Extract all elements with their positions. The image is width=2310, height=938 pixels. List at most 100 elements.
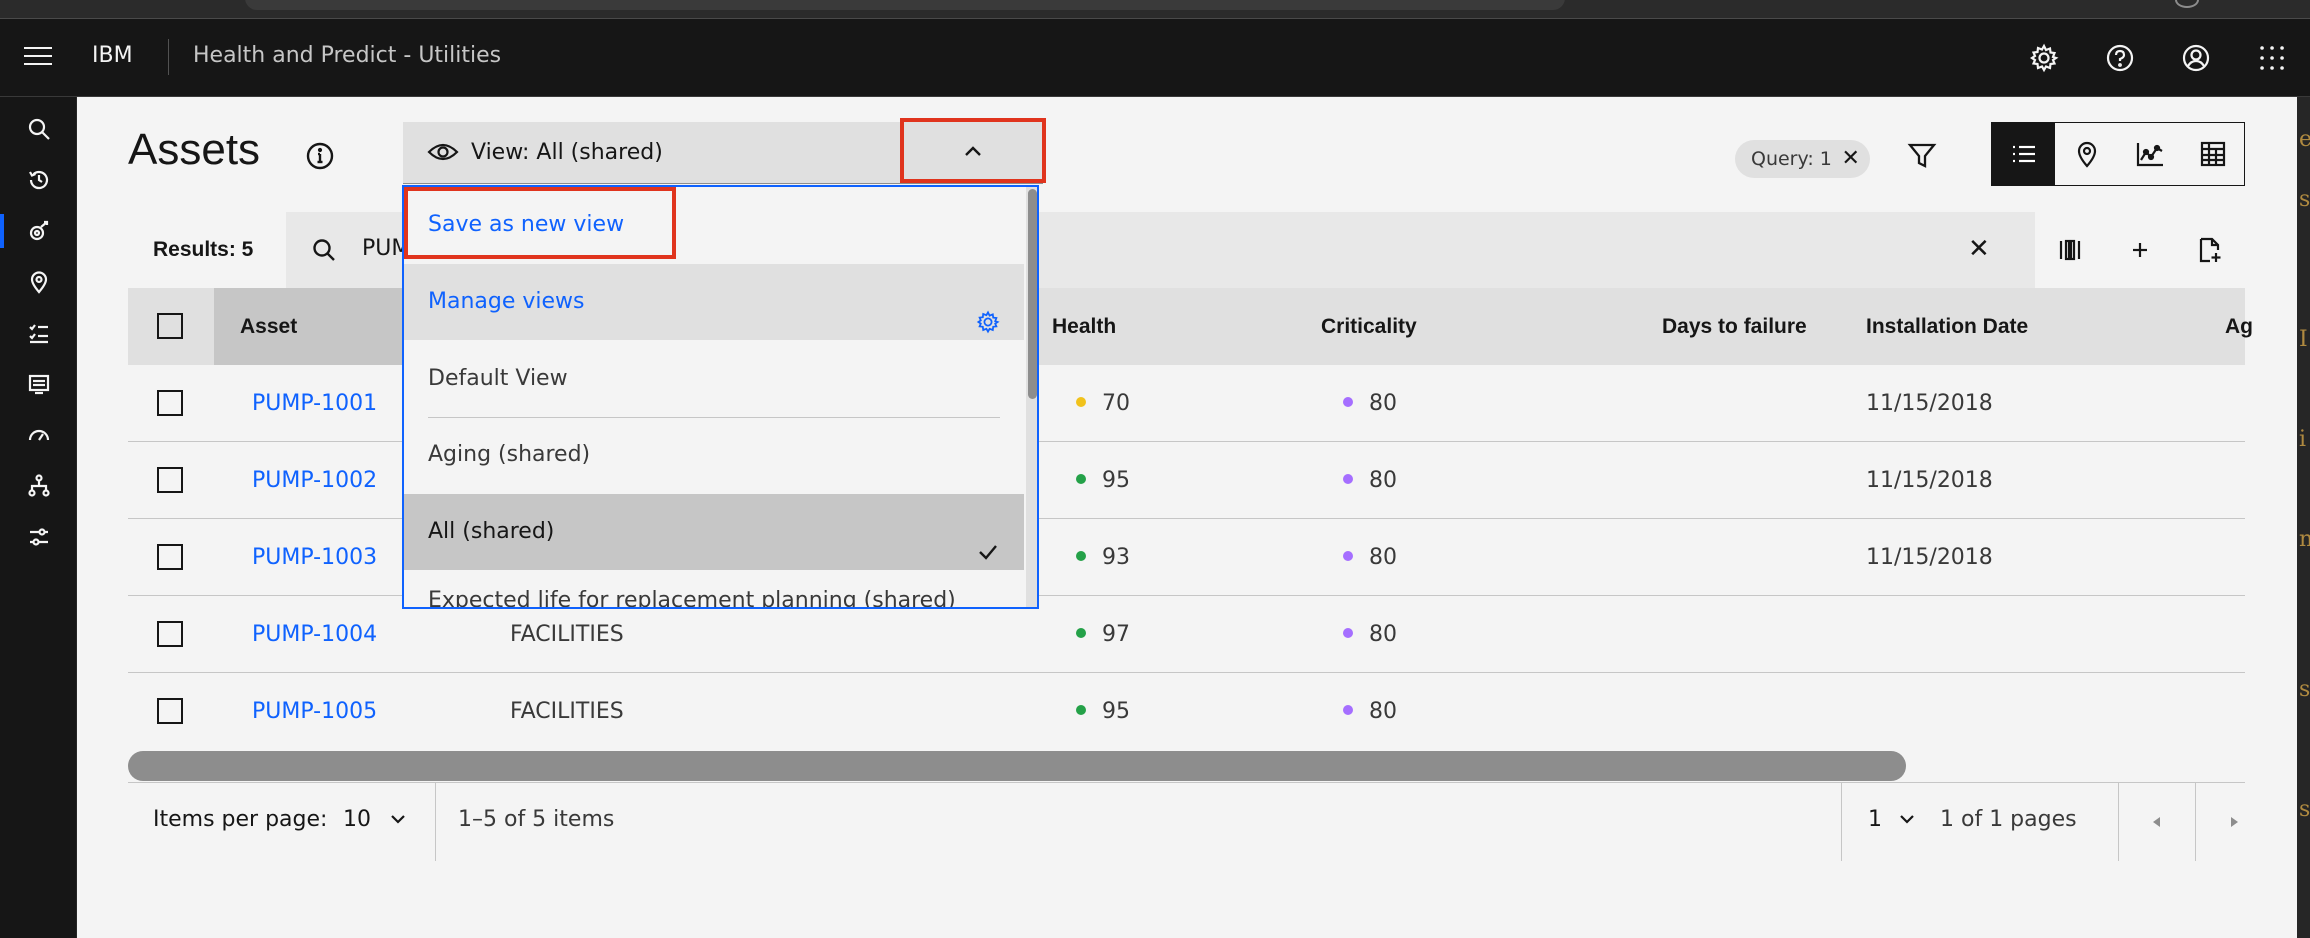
- select-all-checkbox[interactable]: [157, 313, 183, 339]
- health-status-dot: [1076, 551, 1086, 561]
- asset-link[interactable]: PUMP-1002: [252, 442, 377, 519]
- close-icon[interactable]: ✕: [1841, 140, 1859, 178]
- row-checkbox[interactable]: [157, 621, 183, 647]
- recent-icon[interactable]: [0, 155, 77, 205]
- criticality-status-dot: [1343, 705, 1353, 715]
- criticality-value: 80: [1369, 545, 1397, 570]
- dashboard-icon[interactable]: [0, 359, 77, 409]
- page-value: 1: [1868, 807, 1882, 832]
- menu-icon[interactable]: [24, 47, 52, 69]
- asset-link[interactable]: PUMP-1003: [252, 519, 377, 596]
- row-checkbox[interactable]: [157, 544, 183, 570]
- items-per-page-label: Items per page:: [153, 807, 328, 832]
- hierarchy-icon[interactable]: [0, 461, 77, 511]
- page-select[interactable]: 1: [1868, 807, 1917, 832]
- edge-glyph: s: [2299, 187, 2310, 212]
- results-count: Results: 5: [128, 212, 286, 288]
- edge-glyph: s: [2299, 797, 2310, 822]
- add-icon[interactable]: [2105, 212, 2175, 288]
- column-settings-icon[interactable]: [2035, 212, 2105, 288]
- health-status-dot: [1076, 397, 1086, 407]
- chart-view-icon[interactable]: [2118, 123, 2181, 185]
- next-page-icon[interactable]: [2196, 783, 2272, 861]
- help-icon[interactable]: [2082, 19, 2158, 97]
- table-view-icon[interactable]: [2181, 123, 2244, 185]
- app-header: IBM Health and Predict - Utilities: [0, 19, 2310, 97]
- column-age[interactable]: Ag: [2225, 288, 2253, 365]
- assets-icon[interactable]: [0, 206, 77, 256]
- table-row[interactable]: PUMP-1005 FACILITIES 95 80: [128, 673, 2245, 750]
- brand-name[interactable]: IBM: [92, 43, 133, 68]
- pagination-divider: [435, 783, 436, 861]
- toolbar-actions: [2035, 212, 2245, 288]
- user-icon[interactable]: [2158, 19, 2234, 97]
- asset-link[interactable]: PUMP-1001: [252, 365, 377, 442]
- edge-glyph: n: [2299, 527, 2310, 552]
- column-criticality[interactable]: Criticality: [1321, 288, 1417, 365]
- criticality-value: 80: [1369, 622, 1397, 647]
- eye-icon: [427, 140, 459, 168]
- health-status-dot: [1076, 705, 1086, 715]
- filter-icon[interactable]: [1907, 141, 1937, 175]
- checklist-icon[interactable]: [0, 308, 77, 358]
- view-option-aging[interactable]: Aging (shared): [404, 417, 1024, 493]
- row-checkbox[interactable]: [157, 467, 183, 493]
- sliders-icon[interactable]: [0, 512, 77, 562]
- chevron-down-icon: [1900, 815, 1914, 824]
- health-cell: 97: [1076, 596, 1130, 673]
- settings-icon[interactable]: [2006, 19, 2082, 97]
- horizontal-scrollbar[interactable]: [128, 748, 2245, 782]
- dropdown-scrollbar[interactable]: [1026, 187, 1037, 607]
- items-range: 1–5 of 5 items: [458, 807, 615, 832]
- edge-glyph: e: [2299, 127, 2310, 152]
- view-option-all-label: All (shared): [428, 519, 555, 544]
- previous-page-icon[interactable]: [2119, 783, 2195, 861]
- column-days-to-failure[interactable]: Days to failure: [1662, 288, 1807, 365]
- query-tag-label: Query: 1: [1751, 148, 1832, 170]
- criticality-cell: 80: [1343, 673, 1397, 750]
- view-option-default[interactable]: Default View: [404, 341, 1024, 417]
- clear-search-icon[interactable]: ✕: [1968, 234, 1990, 264]
- pagination: Items per page: 10 1–5 of 5 items 1 1 of…: [128, 782, 2245, 861]
- health-status-dot: [1076, 628, 1086, 638]
- chevron-down-icon: [391, 815, 405, 824]
- row-checkbox[interactable]: [157, 698, 183, 724]
- export-icon[interactable]: [2175, 212, 2245, 288]
- manage-views[interactable]: Manage views: [404, 264, 1024, 340]
- health-cell: 70: [1076, 365, 1130, 442]
- view-select-toggle[interactable]: [900, 118, 1046, 183]
- page-title: Assets: [128, 125, 261, 174]
- asset-link[interactable]: PUMP-1004: [252, 596, 377, 673]
- criticality-cell: 80: [1343, 442, 1397, 519]
- column-health[interactable]: Health: [1052, 288, 1116, 365]
- criticality-cell: 80: [1343, 519, 1397, 596]
- browser-extension-icon[interactable]: [2175, 0, 2199, 8]
- save-as-new-view[interactable]: Save as new view: [404, 187, 1024, 263]
- items-per-page-value: 10: [343, 807, 371, 832]
- items-per-page-select[interactable]: 10: [343, 807, 408, 832]
- view-select-label: View: All (shared): [471, 140, 663, 165]
- view-option-expected-life[interactable]: Expected life for replacement planning (…: [404, 571, 1024, 607]
- asset-link[interactable]: PUMP-1005: [252, 673, 377, 750]
- row-checkbox[interactable]: [157, 390, 183, 416]
- health-value: 70: [1102, 391, 1130, 416]
- app-switcher-icon[interactable]: [2234, 19, 2310, 97]
- gauge-icon[interactable]: [0, 410, 77, 460]
- column-installation-date[interactable]: Installation Date: [1866, 288, 2028, 365]
- info-icon[interactable]: [305, 141, 335, 171]
- view-option-all[interactable]: All (shared): [404, 494, 1024, 570]
- installation-date-cell: 11/15/2018: [1866, 391, 1993, 416]
- query-tag[interactable]: Query: 1 ✕: [1735, 140, 1870, 178]
- map-view-icon[interactable]: [2055, 123, 2118, 185]
- dropdown-scrollbar-thumb[interactable]: [1028, 189, 1037, 399]
- list-view-icon[interactable]: [1992, 123, 2055, 185]
- browser-address-bar[interactable]: [245, 0, 1565, 10]
- location-icon[interactable]: [0, 257, 77, 307]
- criticality-cell: 80: [1343, 596, 1397, 673]
- search-icon[interactable]: [0, 104, 77, 154]
- health-cell: 95: [1076, 673, 1130, 750]
- criticality-value: 80: [1369, 391, 1397, 416]
- scrollbar-thumb[interactable]: [128, 751, 1906, 781]
- header-divider: [168, 39, 169, 75]
- column-asset[interactable]: Asset: [240, 288, 297, 365]
